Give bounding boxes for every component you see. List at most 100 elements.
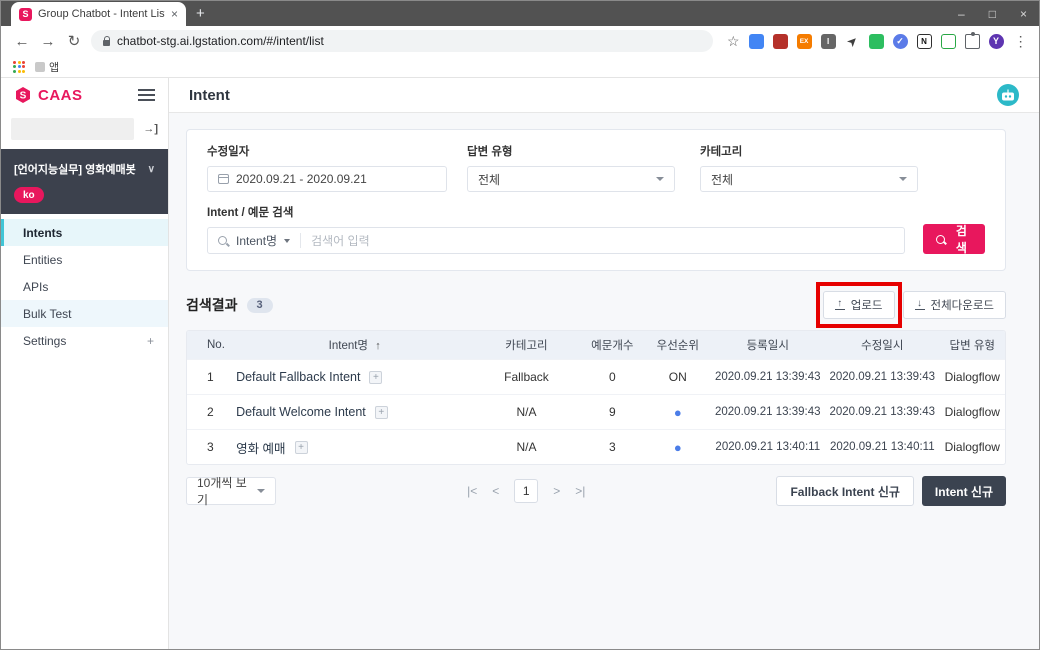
ext-ex-icon[interactable]: EX xyxy=(797,34,812,49)
cell-created: 2020.09.21 13:39:43 xyxy=(711,371,826,383)
ext-notion-icon[interactable]: N xyxy=(917,34,932,49)
extensions-puzzle-icon[interactable] xyxy=(965,34,980,49)
search-icon xyxy=(218,236,227,245)
intent-name-link[interactable]: Default Welcome Intent xyxy=(236,405,366,419)
new-fallback-intent-button[interactable]: Fallback Intent 신규 xyxy=(776,476,913,506)
content: 수정일자 2020.09.21 - 2020.09.21 답변 유형 전체 xyxy=(169,113,1039,649)
col-category: 카테고리 xyxy=(473,337,579,353)
ext-check-icon[interactable]: ✓ xyxy=(893,34,908,49)
download-icon: ↓ xyxy=(915,300,925,310)
cell-examples: 0 xyxy=(580,370,645,384)
chatbot-avatar-icon[interactable] xyxy=(997,84,1019,106)
answer-type-select[interactable]: 전체 xyxy=(467,166,675,192)
ext-translate-icon[interactable] xyxy=(749,34,764,49)
back-icon[interactable]: ← xyxy=(9,33,35,50)
ext-capture-icon[interactable] xyxy=(941,34,956,49)
sidebar-search-box[interactable] xyxy=(11,118,134,140)
cell-examples: 3 xyxy=(580,440,645,454)
caas-logo-text: CAAS xyxy=(38,87,83,104)
sidebar-item-entities[interactable]: Entities xyxy=(1,246,168,273)
expand-intent-icon[interactable]: + xyxy=(369,371,382,384)
caret-down-icon xyxy=(257,489,265,493)
sidebar-item-label: Bulk Test xyxy=(23,307,71,321)
next-page-icon[interactable]: > xyxy=(553,484,560,498)
bookmark-star-icon[interactable]: ☆ xyxy=(727,33,740,50)
upload-button[interactable]: ↑ 업로드 xyxy=(823,291,895,319)
cell-examples: 9 xyxy=(580,405,645,419)
intent-search-box: Intent명 xyxy=(207,227,905,254)
ext-red-book-icon[interactable] xyxy=(773,34,788,49)
new-intent-button[interactable]: Intent 신규 xyxy=(922,476,1006,506)
search-field-type[interactable]: Intent명 xyxy=(236,232,277,249)
download-button-label: 전체다운로드 xyxy=(931,297,994,313)
last-page-icon[interactable]: >| xyxy=(575,484,585,498)
ext-evernote-icon[interactable] xyxy=(869,34,884,49)
divider xyxy=(300,233,301,248)
date-range-input[interactable]: 2020.09.21 - 2020.09.21 xyxy=(207,166,447,192)
table-row[interactable]: 2 Default Welcome Intent + N/A 9 ● 2020.… xyxy=(187,394,1005,429)
new-tab-button[interactable]: + xyxy=(196,5,205,22)
category-value: 전체 xyxy=(711,171,733,188)
sidebar-item-bulk-test[interactable]: Bulk Test xyxy=(1,300,168,327)
ext-rocket-icon[interactable]: ➤ xyxy=(841,30,862,51)
forward-icon[interactable]: → xyxy=(35,33,61,50)
address-bar[interactable]: chatbot-stg.ai.lgstation.com/#/intent/li… xyxy=(91,30,713,52)
search-button[interactable]: 검색 xyxy=(923,224,985,254)
sort-asc-icon[interactable]: ↑ xyxy=(375,340,381,352)
results-count-badge: 3 xyxy=(247,298,273,313)
prev-page-icon[interactable]: < xyxy=(492,484,499,498)
window-minimize-icon[interactable]: – xyxy=(958,7,965,21)
category-select[interactable]: 전체 xyxy=(700,166,918,192)
table-row[interactable]: 1 Default Fallback Intent + Fallback 0 O… xyxy=(187,359,1005,394)
collapse-sidebar-icon[interactable]: →] xyxy=(143,123,158,135)
cell-created: 2020.09.21 13:39:43 xyxy=(711,406,826,418)
window-maximize-icon[interactable]: □ xyxy=(989,7,996,21)
sidebar-item-label: Entities xyxy=(23,253,62,267)
cell-created: 2020.09.21 13:40:11 xyxy=(711,441,826,453)
table-row[interactable]: 3 영화 예매 + N/A 3 ● 2020.09.21 13:40:11 20… xyxy=(187,429,1005,464)
upload-button-label: 업로드 xyxy=(851,297,883,313)
download-all-button[interactable]: ↓ 전체다운로드 xyxy=(903,291,1006,319)
browser-menu-icon[interactable]: ⋮ xyxy=(1014,33,1029,50)
sidebar-item-label: Intents xyxy=(23,226,62,240)
sidebar-item-intents[interactable]: Intents xyxy=(1,219,168,246)
window-close-icon[interactable]: × xyxy=(1020,7,1027,21)
search-icon xyxy=(936,235,945,244)
sidebar-item-settings[interactable]: Settings + xyxy=(1,327,168,354)
tab-close-icon[interactable]: × xyxy=(171,7,178,21)
bookmarks-bar: 앱 xyxy=(1,56,1039,78)
cell-category: N/A xyxy=(473,440,579,454)
chevron-down-icon[interactable]: ∨ xyxy=(148,164,155,175)
ext-i-icon[interactable]: I xyxy=(821,34,836,49)
bookmark-favicon xyxy=(35,62,45,72)
caret-down-icon[interactable] xyxy=(284,239,290,243)
intent-name-link[interactable]: Default Fallback Intent xyxy=(236,370,360,384)
expand-intent-icon[interactable]: + xyxy=(295,441,308,454)
col-priority: 우선순위 xyxy=(645,337,710,353)
hamburger-menu-icon[interactable] xyxy=(138,94,155,96)
results-header: 검색결과 3 ↑ 업로드 xyxy=(186,291,1006,319)
col-no: No. xyxy=(187,339,236,351)
logo-row: S CAAS xyxy=(1,78,168,112)
site-favicon: S xyxy=(19,8,32,21)
col-answer-type: 답변 유형 xyxy=(940,337,1005,353)
apps-grid-icon[interactable] xyxy=(13,61,25,73)
browser-tab[interactable]: S Group Chatbot - Intent List × xyxy=(11,2,186,26)
cell-answer-type: Dialogflow xyxy=(940,405,1005,419)
sidebar-item-apis[interactable]: APIs xyxy=(1,273,168,300)
expand-plus-icon[interactable]: + xyxy=(147,334,154,348)
intent-name-link[interactable]: 영화 예매 xyxy=(236,438,285,457)
reload-icon[interactable]: ↻ xyxy=(61,32,87,50)
calendar-icon xyxy=(218,174,229,184)
search-input[interactable] xyxy=(311,234,894,248)
browser-window: S Group Chatbot - Intent List × + – □ × … xyxy=(0,0,1040,650)
page-size-select[interactable]: 10개씩 보기 xyxy=(186,477,276,505)
caret-down-icon xyxy=(899,177,907,181)
current-page[interactable]: 1 xyxy=(514,479,538,503)
profile-avatar[interactable]: Y xyxy=(989,34,1004,49)
bot-selector-panel[interactable]: [언어지능실무] 영화예매봇 ∨ ko xyxy=(1,149,168,214)
col-intent[interactable]: Intent명 ↑ xyxy=(236,337,473,353)
bookmark-apps[interactable]: 앱 xyxy=(35,59,59,75)
expand-intent-icon[interactable]: + xyxy=(375,406,388,419)
first-page-icon[interactable]: |< xyxy=(467,484,477,498)
